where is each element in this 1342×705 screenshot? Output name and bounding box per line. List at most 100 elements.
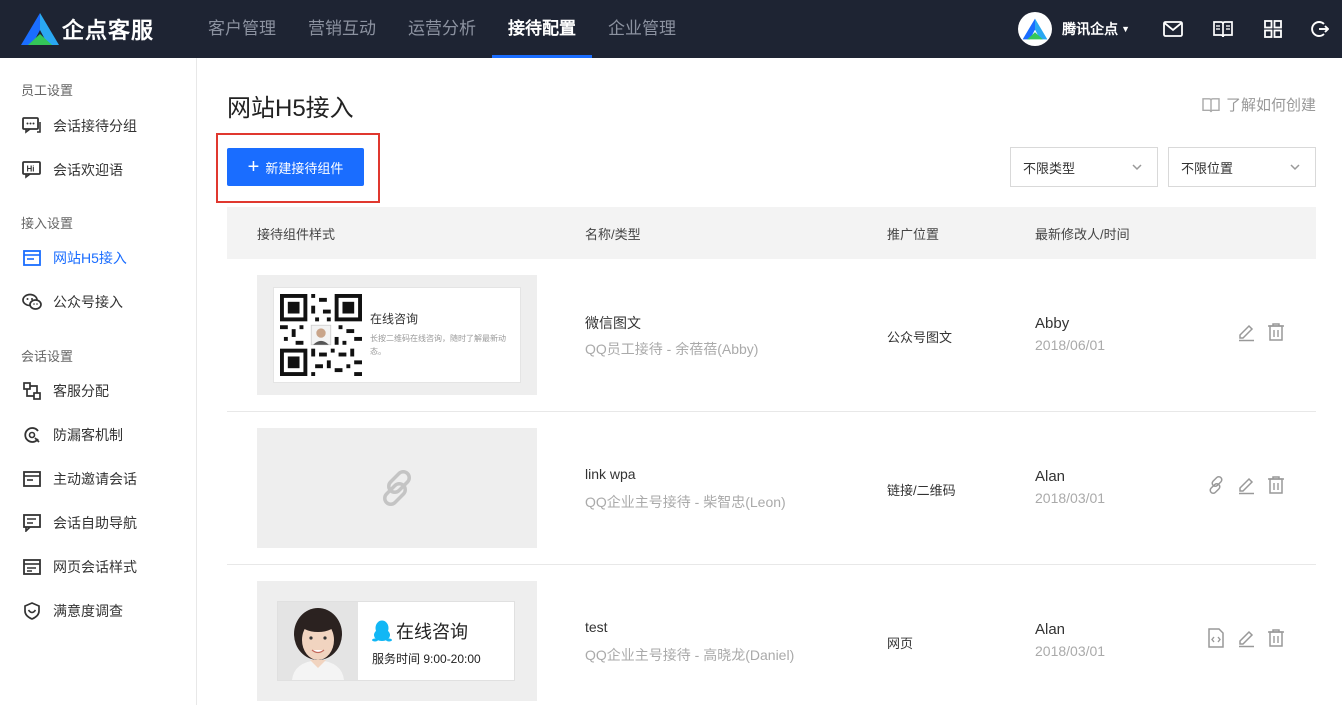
new-widget-label: 新建接待组件 (265, 160, 344, 176)
chat-group-icon (21, 115, 43, 137)
sidebar-item-web-style[interactable]: 网页会话样式 (0, 545, 196, 589)
widget-position: 链接/二维码 (887, 483, 956, 498)
widget-preview (257, 428, 537, 548)
main-content: 网站H5接入 了解如何创建 + 新建接待组件 不限类型 不限位置 接待组件样式 … (197, 58, 1342, 705)
sidebar: 员工设置 会话接待分组 Hi 会话欢迎语 接入设置 网站H5接入 公众号接入 会… (0, 58, 197, 705)
preview-service-hours: 服务时间 9:00-20:00 (372, 652, 481, 666)
sidebar-item-welcome[interactable]: Hi 会话欢迎语 (0, 148, 196, 192)
sidebar-item-wechat[interactable]: 公众号接入 (0, 280, 196, 324)
qr-card: 在线咨询 长按二维码在线咨询，随时了解最新动态。 (273, 287, 521, 383)
qr-code-icon (280, 294, 362, 376)
book-icon (1202, 97, 1220, 112)
caret-down-icon: ▼ (1121, 24, 1130, 34)
widget-position: 网页 (887, 636, 914, 651)
top-navbar: 企点客服 客户管理 营销互动 运营分析 接待配置 企业管理 腾讯企点 ▼ (0, 0, 1342, 58)
delete-icon[interactable] (1265, 474, 1287, 496)
filter-type-select[interactable]: 不限类型 (1010, 147, 1158, 187)
help-link[interactable]: 了解如何创建 (1202, 94, 1316, 115)
top-right-tools: 腾讯企点 ▼ (1018, 0, 1342, 58)
column-header: 接待组件样式 (257, 227, 336, 242)
qq-penguin-icon (372, 620, 392, 642)
logo-icon (21, 13, 59, 45)
widget-position: 公众号图文 (887, 330, 953, 345)
sidebar-group-title: 会话设置 (21, 349, 74, 364)
preview-description: 长按二维码在线咨询，随时了解最新动态。 (370, 334, 506, 356)
nav-analytics[interactable]: 运营分析 (392, 0, 492, 58)
svg-text:Hi: Hi (27, 165, 35, 174)
link-icon[interactable] (1205, 474, 1227, 496)
code-icon[interactable] (1205, 627, 1227, 649)
sidebar-group-title: 员工设置 (21, 83, 74, 98)
nav-reception-config[interactable]: 接待配置 (492, 0, 592, 58)
filter-position-select[interactable]: 不限位置 (1168, 147, 1316, 187)
navigation-icon (21, 512, 43, 534)
widget-name: test (585, 619, 608, 635)
nav-enterprise-management[interactable]: 企业管理 (592, 0, 692, 58)
nav-customer-management[interactable]: 客户管理 (192, 0, 292, 58)
sidebar-item-label: 会话接待分组 (53, 118, 137, 134)
table-row: 在线咨询 长按二维码在线咨询，随时了解最新动态。 微信图文 QQ员工接待 - 余… (227, 259, 1316, 412)
mail-icon[interactable] (1148, 0, 1198, 58)
sidebar-item-label: 满意度调查 (53, 603, 123, 619)
nav-marketing[interactable]: 营销互动 (292, 0, 392, 58)
style-icon (21, 556, 43, 578)
page-title: 网站H5接入 (227, 95, 354, 122)
preview-title-row: 在线咨询 (372, 618, 468, 644)
preview-title: 在线咨询 (370, 312, 419, 326)
sidebar-item-label: 主动邀请会话 (53, 471, 137, 487)
delete-icon[interactable] (1265, 627, 1287, 649)
company-logo-icon (1022, 18, 1048, 40)
sidebar-item-invite[interactable]: 主动邀请会话 (0, 457, 196, 501)
sidebar-item-web-h5[interactable]: 网站H5接入 (0, 236, 196, 280)
chevron-down-icon (1290, 164, 1300, 171)
sidebar-item-label: 会话自助导航 (53, 515, 137, 531)
web-icon (21, 247, 43, 269)
sidebar-item-distribution[interactable]: 客服分配 (0, 369, 196, 413)
agent-photo (278, 602, 358, 680)
account-name: 腾讯企点 (1062, 21, 1119, 37)
widget-name: link wpa (585, 466, 636, 482)
logout-icon[interactable] (1298, 0, 1342, 58)
edit-icon[interactable] (1235, 474, 1257, 496)
protect-icon (21, 424, 43, 446)
sidebar-item-navigation[interactable]: 会话自助导航 (0, 501, 196, 545)
hi-icon: Hi (21, 159, 43, 181)
edit-icon[interactable] (1235, 321, 1257, 343)
sidebar-item-label: 防漏客机制 (53, 427, 123, 443)
book-icon[interactable] (1198, 0, 1248, 58)
sidebar-item-label: 网页会话样式 (53, 559, 137, 575)
widget-preview: 在线咨询 长按二维码在线咨询，随时了解最新动态。 (257, 275, 537, 395)
filter-type-value: 不限类型 (1023, 160, 1076, 176)
chevron-down-icon (1132, 164, 1142, 171)
column-header: 名称/类型 (585, 227, 641, 242)
link-placeholder-icon (383, 470, 411, 506)
modifier-name: Alan (1035, 621, 1066, 638)
modifier-name: Abby (1035, 315, 1070, 332)
sidebar-item-survey[interactable]: 满意度调查 (0, 589, 196, 633)
sidebar-item-label: 公众号接入 (53, 294, 123, 310)
account-menu[interactable]: 腾讯企点 ▼ (1018, 12, 1130, 46)
sidebar-item-protect[interactable]: 防漏客机制 (0, 413, 196, 457)
main-nav: 客户管理 营销互动 运营分析 接待配置 企业管理 (192, 0, 692, 58)
widget-receiver: QQ员工接待 - 余蓓蓓(Abby) (585, 341, 759, 357)
brand-logo[interactable]: 企点客服 (20, 12, 154, 46)
delete-icon[interactable] (1265, 321, 1287, 343)
wechat-icon (21, 291, 43, 313)
sidebar-group-title: 接入设置 (21, 216, 74, 231)
modified-date: 2018/03/01 (1035, 643, 1106, 659)
invite-icon (21, 468, 43, 490)
online-consult-card: 在线咨询 服务时间 9:00-20:00 (277, 601, 515, 681)
brand-name: 企点客服 (62, 18, 155, 43)
grid-icon[interactable] (1248, 0, 1298, 58)
edit-icon[interactable] (1235, 627, 1257, 649)
sidebar-item-label: 会话欢迎语 (53, 162, 123, 178)
column-header: 推广位置 (887, 227, 940, 242)
table-header: 接待组件样式 名称/类型 推广位置 最新修改人/时间 (227, 207, 1316, 259)
new-widget-button[interactable]: + 新建接待组件 (227, 148, 364, 186)
account-avatar (1018, 12, 1053, 46)
sidebar-item-chat-groups[interactable]: 会话接待分组 (0, 104, 196, 148)
plus-icon: + (247, 156, 260, 178)
modified-date: 2018/03/01 (1035, 490, 1106, 506)
widget-preview: 在线咨询 服务时间 9:00-20:00 (257, 581, 537, 701)
modified-date: 2018/06/01 (1035, 337, 1106, 353)
